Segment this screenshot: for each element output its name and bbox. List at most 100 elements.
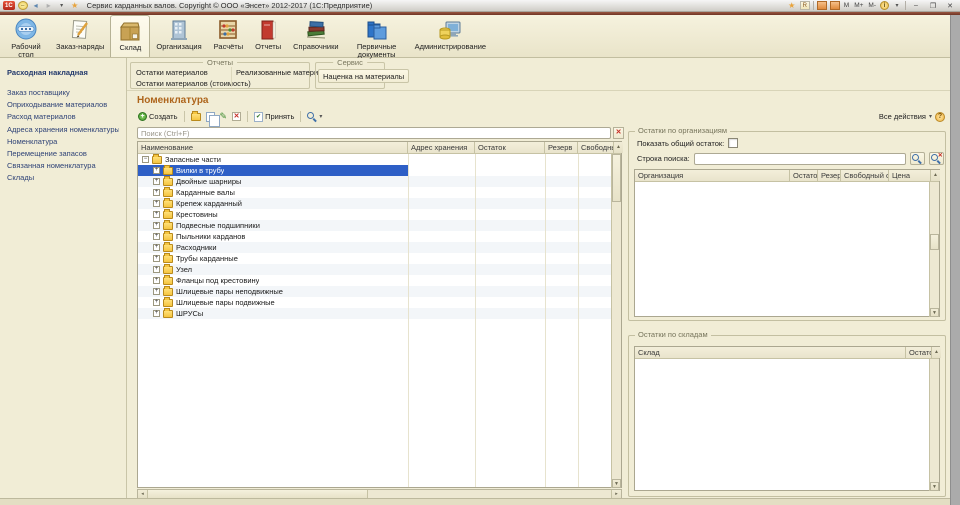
wh-column-sklad[interactable]: Склад	[635, 347, 906, 358]
expand-icon[interactable]: +	[153, 288, 160, 295]
org-column-org[interactable]: Организация	[635, 170, 790, 181]
nomenclature-row[interactable]: + ШРУСы	[138, 308, 621, 319]
memory-mminus-button[interactable]: М-	[867, 2, 877, 9]
search-clear-button[interactable]: ✕	[613, 127, 624, 139]
wh-vertical-scrollbar[interactable]: ▼	[929, 359, 939, 491]
create-button[interactable]: + Создать	[137, 112, 179, 121]
nomenclature-row[interactable]: + Вилки в трубу	[138, 165, 621, 176]
org-column-svobodny[interactable]: Свободный оста...	[841, 170, 889, 181]
show-total-checkbox[interactable]	[728, 138, 738, 148]
nomenclature-row[interactable]: + Подвесные подшипники	[138, 220, 621, 231]
expand-icon[interactable]: +	[153, 255, 160, 262]
expand-icon[interactable]: +	[153, 189, 160, 196]
org-column-rezerv[interactable]: Резерв	[818, 170, 841, 181]
scrollbar-thumb[interactable]	[930, 234, 939, 250]
column-header-svobodny[interactable]: Свободный ос...	[578, 142, 613, 153]
expand-icon[interactable]: +	[153, 266, 160, 273]
scroll-up-icon[interactable]: ▲	[930, 170, 940, 181]
expand-icon[interactable]: +	[153, 310, 160, 317]
search-menu-button[interactable]: ▾	[306, 112, 323, 122]
nomenclature-row[interactable]: − Запасные части	[138, 154, 621, 165]
accept-button[interactable]: ✔ Принять	[253, 112, 295, 122]
scroll-down-icon[interactable]: ▼	[930, 482, 939, 491]
sidebar-item-svyazannaya[interactable]: Связанная номенклатура	[7, 161, 119, 170]
calendar-icon[interactable]	[817, 1, 827, 10]
memory-mplus-button[interactable]: М+	[853, 2, 864, 9]
org-column-cena[interactable]: Цена	[889, 170, 930, 181]
wh-column-ostatok[interactable]: Остаток	[906, 347, 931, 358]
tab-handbooks[interactable]: Справочники	[287, 15, 344, 57]
nomenclature-row[interactable]: + Карданные валы	[138, 187, 621, 198]
r-tool-icon[interactable]: R	[800, 1, 810, 10]
sidebar-item-rashod-materialov[interactable]: Расход материалов	[7, 112, 119, 121]
menu-item-ostatki-materialov[interactable]: Остатки материалов	[136, 68, 208, 77]
nomenclature-row[interactable]: + Узел	[138, 264, 621, 275]
minimize-button[interactable]: –	[909, 1, 923, 11]
sidebar-item-zakaz-postavschiku[interactable]: Заказ поставщику	[7, 88, 119, 97]
vertical-scrollbar[interactable]: ▼	[611, 154, 621, 488]
column-header-name[interactable]: Наименование	[138, 142, 408, 153]
tab-reports[interactable]: Отчеты	[249, 15, 287, 57]
expand-icon[interactable]: −	[142, 156, 149, 163]
scrollbar-thumb[interactable]	[612, 154, 621, 202]
close-button[interactable]: ✕	[943, 1, 957, 11]
scroll-up-icon[interactable]: ▲	[931, 347, 941, 358]
scroll-up-icon[interactable]: ▲	[613, 142, 623, 153]
org-column-ostatok[interactable]: Остаток	[790, 170, 818, 181]
nomenclature-row[interactable]: + Пыльники карданов	[138, 231, 621, 242]
sidebar-item-nomenklatura[interactable]: Номенклатура	[7, 137, 119, 146]
nomenclature-row[interactable]: + Крепеж карданный	[138, 198, 621, 209]
sidebar-item-oprihodyvanie[interactable]: Оприходывание материалов	[7, 100, 119, 109]
info-caret-icon[interactable]: ▾	[892, 1, 902, 11]
main-menu-button[interactable]: –	[18, 1, 28, 10]
create-group-button[interactable]	[190, 113, 202, 121]
expand-icon[interactable]: +	[153, 200, 160, 207]
nomenclature-row[interactable]: + Крестовины	[138, 209, 621, 220]
expand-icon[interactable]: +	[153, 244, 160, 251]
sidebar-item-peremeschenie[interactable]: Перемещение запасов	[7, 149, 119, 158]
expand-icon[interactable]: +	[153, 277, 160, 284]
column-header-address[interactable]: Адрес хранения	[408, 142, 475, 153]
expand-icon[interactable]: +	[153, 233, 160, 240]
memory-m-button[interactable]: М	[843, 2, 850, 9]
expand-icon[interactable]: +	[153, 299, 160, 306]
expand-icon[interactable]: +	[153, 167, 160, 174]
org-search-button[interactable]	[910, 152, 925, 165]
search-input[interactable]	[137, 127, 611, 139]
expand-icon[interactable]: +	[153, 222, 160, 229]
nomenclature-row[interactable]: + Фланцы под крестовину	[138, 275, 621, 286]
scroll-left-icon[interactable]: ◂	[138, 490, 148, 498]
nomenclature-row[interactable]: + Шлицевые пары подвижные	[138, 297, 621, 308]
restore-button[interactable]: ❐	[926, 1, 940, 11]
tab-calculations[interactable]: Расчёты	[208, 15, 250, 57]
nomenclature-row[interactable]: + Двойные шарниры	[138, 176, 621, 187]
tab-administration[interactable]: Администрирование	[409, 15, 493, 57]
column-header-ostatok[interactable]: Остаток	[475, 142, 545, 153]
nomenclature-row[interactable]: + Шлицевые пары неподвижные	[138, 286, 621, 297]
sidebar-item-sklady[interactable]: Склады	[7, 173, 119, 182]
all-actions-button[interactable]: Все действия	[879, 112, 926, 121]
nomenclature-row[interactable]: + Трубы карданные	[138, 253, 621, 264]
expand-icon[interactable]: +	[153, 211, 160, 218]
sidebar-item-adresa-hraneniya[interactable]: Адреса хранения номенклатуры	[7, 125, 119, 134]
tab-primary-documents[interactable]: Первичные документы	[345, 15, 409, 57]
copy-button[interactable]	[205, 112, 216, 122]
sidebar-header-rashodnaya[interactable]: Расходная накладная	[7, 68, 119, 77]
calculator-icon[interactable]	[830, 1, 840, 10]
column-header-rezerv[interactable]: Резерв	[545, 142, 578, 153]
tab-desktop[interactable]: Рабочий стол	[2, 15, 50, 57]
tab-warehouse[interactable]: Склад	[110, 15, 150, 57]
menu-item-nacenka[interactable]: Наценка на материалы	[318, 69, 409, 83]
info-icon[interactable]: i	[880, 1, 889, 10]
forward-icon[interactable]: ▸	[44, 1, 54, 11]
add-favorite-icon[interactable]: ★	[787, 1, 797, 11]
hscrollbar-thumb[interactable]	[148, 490, 368, 498]
history-caret-icon[interactable]: ▾	[57, 1, 67, 11]
tab-work-orders[interactable]: Заказ-наряды	[50, 15, 110, 57]
delete-button[interactable]: ✕	[231, 112, 242, 121]
back-icon[interactable]: ◂	[31, 1, 41, 11]
expand-icon[interactable]: +	[153, 178, 160, 185]
org-vertical-scrollbar[interactable]: ▼	[929, 182, 939, 317]
help-icon[interactable]: ?	[935, 112, 945, 122]
menu-item-ostatki-stoimost[interactable]: Остатки материалов (стоимость)	[136, 79, 251, 88]
